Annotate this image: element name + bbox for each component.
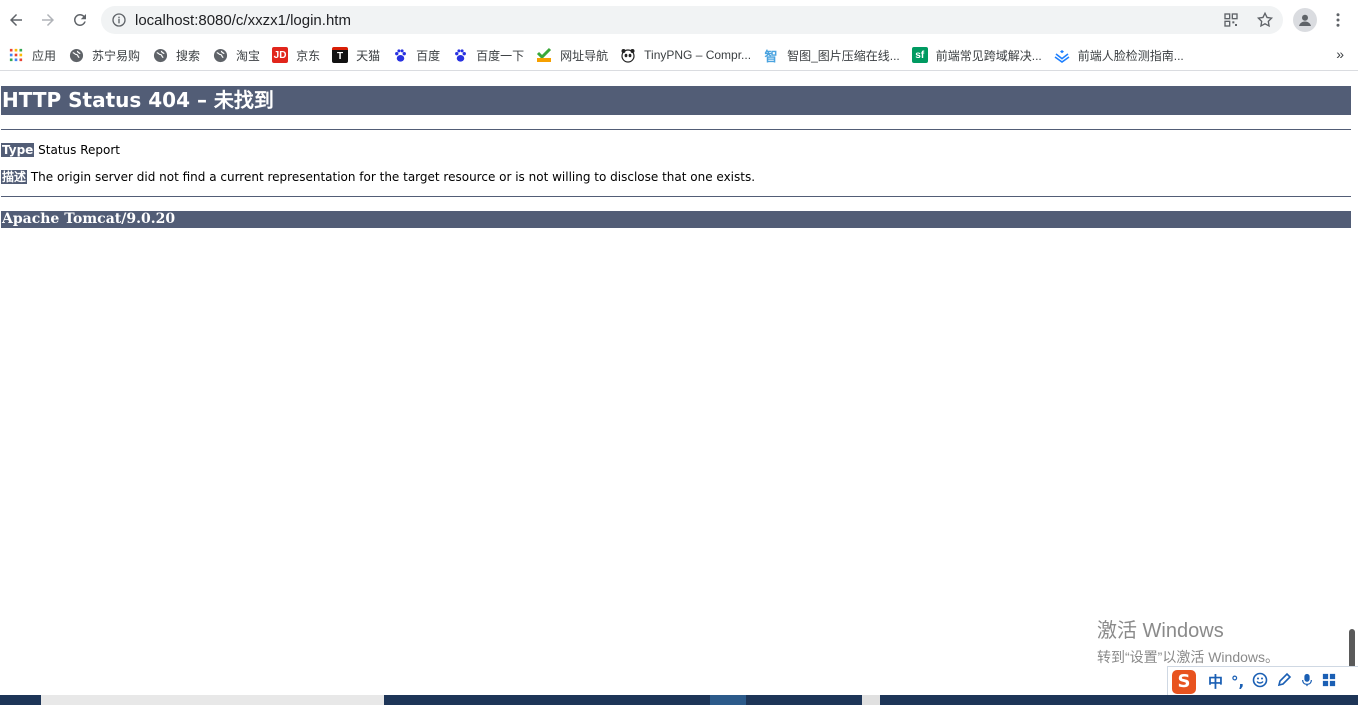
qr-code-icon[interactable] [1221, 10, 1241, 30]
globe-icon [152, 47, 168, 63]
bookmark-taobao[interactable]: 淘宝 [206, 43, 266, 67]
bookmark-segmentfault[interactable]: sf 前端常见跨域解决... [906, 43, 1048, 67]
bookmark-label: 网址导航 [560, 48, 609, 63]
sogou-logo-icon[interactable]: S [1172, 669, 1196, 694]
bookmarks-more-button[interactable]: » [1336, 46, 1344, 62]
back-button[interactable] [2, 6, 30, 34]
bookmark-label: 京东 [296, 48, 321, 63]
divider [1, 129, 1351, 130]
panda-icon [620, 47, 636, 63]
globe-icon [68, 47, 84, 63]
bookmark-apps[interactable]: 应用 [0, 43, 62, 67]
bookmark-label: 智图_图片压缩在线... [787, 48, 900, 63]
hao-icon [536, 47, 552, 63]
jd-icon: JD [272, 47, 289, 63]
baidu-paw-icon [452, 47, 468, 63]
bookmark-tinypng[interactable]: TinyPNG – Compr... [614, 43, 757, 67]
bookmark-search[interactable]: 搜索 [146, 43, 206, 67]
reload-icon [73, 13, 86, 26]
address-bar[interactable]: localhost:8080/c/xxzx1/login.htm [101, 6, 1283, 34]
profile-avatar-icon[interactable] [1293, 8, 1317, 32]
bookmark-star-icon[interactable] [1255, 10, 1275, 30]
bookmark-label: 百度 [416, 48, 441, 63]
windows-activation-watermark: 激活 Windows 转到“设置”以激活 Windows。 [1097, 614, 1279, 667]
bookmark-suning[interactable]: 苏宁易购 [62, 43, 146, 67]
bookmark-tmall[interactable]: T 天猫 [326, 43, 386, 67]
toolbox-grid-icon[interactable] [1322, 673, 1336, 691]
watermark-title: 激活 Windows [1097, 620, 1224, 642]
bookmark-jd[interactable]: JD 京东 [266, 43, 326, 67]
bookmark-zhitu[interactable]: 智 智图_图片压缩在线... [757, 43, 906, 67]
error-page: HTTP Status 404 – 未找到 Type Status Report… [0, 71, 1358, 228]
bookmark-label: 淘宝 [236, 48, 261, 63]
bookmark-hao123[interactable]: 网址导航 [530, 43, 614, 67]
bookmark-juejin[interactable]: 前端人脸检测指南... [1048, 43, 1190, 67]
bookmark-baidu-search[interactable]: 百度一下 [446, 43, 530, 67]
url-text[interactable]: localhost:8080/c/xxzx1/login.htm [135, 12, 351, 29]
microphone-icon[interactable] [1300, 672, 1314, 692]
baidu-paw-icon [392, 47, 408, 63]
description-value: The origin server did not find a current… [30, 170, 756, 184]
divider [1, 196, 1351, 197]
emoji-icon[interactable] [1252, 672, 1268, 692]
apps-grid-icon [8, 47, 24, 63]
bookmark-label: 应用 [32, 48, 57, 63]
arrow-left-icon [10, 14, 22, 26]
taskbar-overflow[interactable] [862, 695, 880, 705]
description-row: 描述 The origin server did not find a curr… [1, 169, 1358, 185]
forward-button[interactable] [34, 6, 62, 34]
taskbar-search-box[interactable] [41, 695, 384, 705]
juejin-icon [1054, 47, 1070, 63]
handwriting-icon[interactable] [1276, 672, 1292, 692]
bookmark-label: 前端人脸检测指南... [1077, 48, 1184, 63]
bookmark-label: 搜索 [176, 48, 201, 63]
zhitu-icon: 智 [763, 47, 780, 64]
type-row: Type Status Report [1, 142, 1358, 158]
ime-toolbar: S 中 °, [1167, 666, 1358, 697]
arrow-right-icon [42, 14, 54, 26]
taskbar-active-app[interactable] [710, 695, 746, 705]
bookmark-baidu[interactable]: 百度 [386, 43, 446, 67]
reload-button[interactable] [66, 6, 94, 34]
bookmark-label: 前端常见跨域解决... [935, 48, 1042, 63]
tmall-icon: T [332, 47, 349, 63]
windows-taskbar [0, 695, 1358, 705]
bookmark-label: 苏宁易购 [92, 48, 141, 63]
type-value: Status Report [38, 143, 120, 157]
bookmark-label: TinyPNG – Compr... [644, 48, 752, 62]
bookmarks-bar: 应用 苏宁易购 搜索 淘宝 JD 京东 T 天猫 百度 百度一下 网址导航 Ti… [0, 40, 1358, 71]
watermark-subtitle: 转到“设置”以激活 Windows。 [1097, 649, 1280, 665]
ime-language-toggle[interactable]: 中 [1208, 671, 1223, 692]
server-info: Apache Tomcat/9.0.20 [1, 211, 1351, 228]
sf-icon: sf [911, 47, 928, 63]
bookmark-label: 百度一下 [476, 48, 525, 63]
page-title: HTTP Status 404 – 未找到 [1, 86, 1351, 115]
globe-icon [212, 47, 228, 63]
bookmark-label: 天猫 [356, 48, 381, 63]
browser-toolbar: localhost:8080/c/xxzx1/login.htm [0, 0, 1358, 40]
ime-punctuation-toggle[interactable]: °, [1231, 673, 1244, 691]
menu-dots-icon[interactable] [1330, 10, 1346, 30]
description-label: 描述 [1, 170, 28, 184]
info-icon[interactable] [111, 12, 127, 28]
type-label: Type [1, 143, 35, 157]
